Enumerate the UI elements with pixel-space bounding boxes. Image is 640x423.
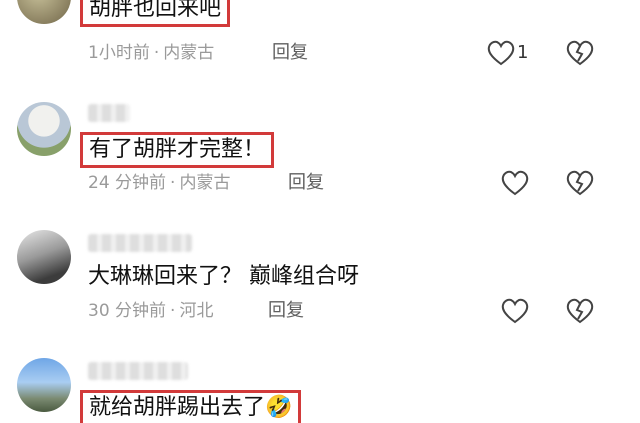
avatar[interactable]: [17, 102, 71, 156]
dislike-icon[interactable]: [565, 39, 595, 67]
comment-text: 就给胡胖踢出去了🤣: [80, 390, 302, 423]
avatar[interactable]: [17, 230, 71, 284]
meta-separator: ·: [170, 301, 176, 321]
comment-list: 胡胖也回来吧 1小时前 · 内蒙古 回复 1 有了胡胖才完整！ 24 分钟前 · 内蒙古…: [0, 0, 640, 423]
comment-location: 内蒙古: [163, 43, 215, 63]
comment-meta: 1小时前 · 内蒙古: [88, 41, 214, 65]
comment-location: 内蒙古: [179, 173, 231, 193]
meta-separator: ·: [153, 43, 160, 63]
username-blurred: [88, 104, 130, 122]
comment-text: 有了胡胖才完整！: [80, 132, 275, 168]
comment-text: 大琳琳回来了？ 巅峰组合呀: [88, 264, 359, 289]
comment-meta: 30 分钟前 · 河北: [88, 299, 213, 323]
meta-separator: ·: [170, 173, 176, 193]
comment-item: 胡胖也回来吧 1小时前 · 内蒙古 回复 1: [0, 0, 640, 90]
reply-button[interactable]: 回复: [288, 171, 324, 195]
comment-item: 就给胡胖踢出去了🤣: [0, 354, 640, 423]
reply-button[interactable]: 回复: [268, 299, 304, 323]
avatar[interactable]: [17, 0, 71, 24]
reply-button[interactable]: 回复: [272, 41, 308, 65]
comment-item: 有了胡胖才完整！ 24 分钟前 · 内蒙古 回复: [0, 98, 640, 208]
like-icon[interactable]: [486, 39, 516, 67]
username-blurred: [88, 362, 188, 380]
like-count: 1: [517, 42, 529, 63]
dislike-icon[interactable]: [565, 169, 595, 197]
comment-time: 1小时前: [88, 43, 150, 63]
like-icon[interactable]: [500, 169, 530, 197]
username-blurred: [88, 234, 192, 252]
dislike-icon[interactable]: [565, 297, 595, 325]
comment-time: 24 分钟前: [88, 173, 167, 193]
comment-meta: 24 分钟前 · 内蒙古: [88, 171, 230, 195]
avatar[interactable]: [17, 358, 71, 412]
comment-time: 30 分钟前: [88, 301, 167, 321]
like-icon[interactable]: [500, 297, 530, 325]
comment-text: 胡胖也回来吧: [80, 0, 231, 27]
comment-item: 大琳琳回来了？ 巅峰组合呀 30 分钟前 · 河北 回复: [0, 226, 640, 336]
comment-location: 河北: [179, 301, 214, 321]
